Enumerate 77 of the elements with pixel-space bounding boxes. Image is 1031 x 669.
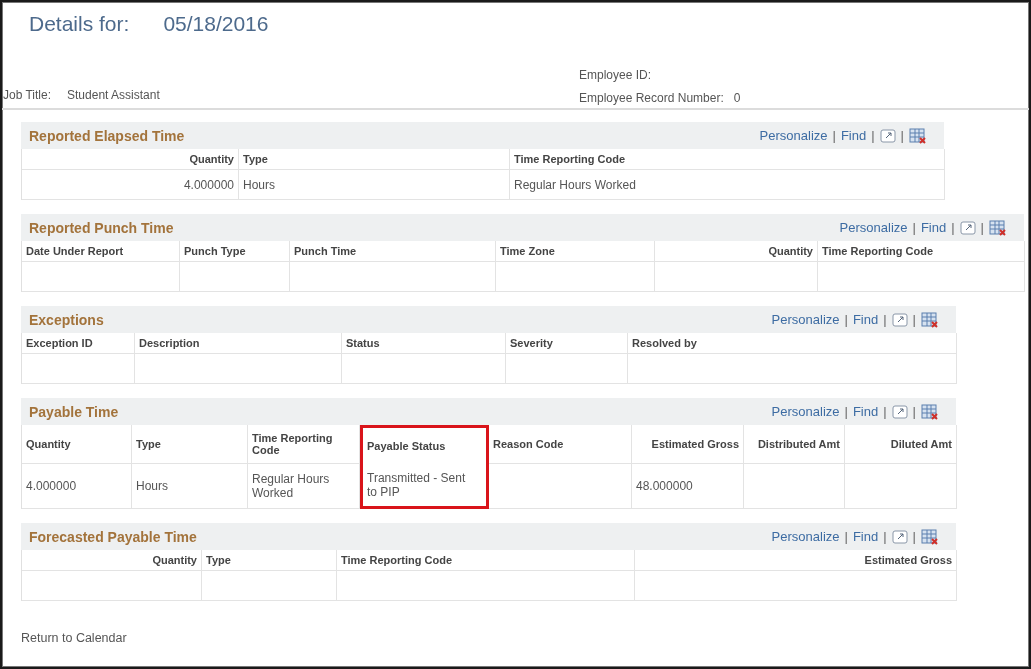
grid-title: Exceptions [29, 311, 104, 328]
column-header: Time Reporting Code [337, 550, 635, 571]
column-header: Time Zone [496, 241, 655, 262]
spreadsheet-icon[interactable] [921, 403, 938, 420]
column-header: Exception ID [22, 333, 135, 354]
spreadsheet-icon[interactable] [921, 311, 938, 328]
grid-link[interactable]: Find [852, 529, 879, 544]
separator: | [951, 220, 955, 235]
column-header: Payable Status [360, 425, 489, 464]
field-label: Employee ID: [579, 68, 652, 82]
column-header: Quantity [22, 425, 132, 464]
column-header: Time Reporting Code [510, 149, 945, 170]
separator: | [883, 312, 887, 327]
grid-link[interactable]: Find [852, 404, 879, 419]
field-label: Employee Record Number: [579, 91, 724, 105]
table-cell: Regular Hours Worked [248, 464, 360, 509]
field-value: Student Assistant [67, 88, 160, 102]
table-cell: Hours [239, 170, 510, 200]
column-header: Punch Time [290, 241, 496, 262]
grid-link[interactable]: Personalize [771, 529, 840, 544]
column-header: Quantity [22, 149, 239, 170]
table-cell: Regular Hours Worked [510, 170, 945, 200]
column-header: Severity [506, 333, 628, 354]
grid-link[interactable]: Personalize [771, 312, 840, 327]
column-header: Estimated Gross [635, 550, 957, 571]
column-header: Estimated Gross [632, 425, 744, 464]
grid-link[interactable]: Find [840, 128, 867, 143]
separator: | [871, 128, 875, 143]
column-header: Diluted Amt [845, 425, 957, 464]
column-header: Punch Type [180, 241, 290, 262]
grid-link[interactable]: Find [920, 220, 947, 235]
separator: | [912, 220, 916, 235]
page-date: 05/18/2016 [163, 12, 269, 36]
separator: | [832, 128, 836, 143]
grid-title: Forecasted Payable Time [29, 528, 197, 545]
spreadsheet-icon[interactable] [989, 219, 1006, 236]
column-header: Resolved by [628, 333, 957, 354]
column-header: Time Reporting Code [818, 241, 1025, 262]
field-value: 0 [733, 91, 741, 105]
table-cell: 4.000000 [22, 464, 132, 509]
column-header: Status [342, 333, 506, 354]
separator: | [912, 312, 916, 327]
separator: | [844, 312, 848, 327]
spreadsheet-icon[interactable] [909, 127, 926, 144]
column-header: Date Under Report [22, 241, 180, 262]
column-header: Type [132, 425, 248, 464]
separator: | [912, 529, 916, 544]
page-title: Details for: [29, 12, 130, 36]
spreadsheet-icon[interactable] [921, 528, 938, 545]
grid-title: Reported Punch Time [29, 219, 174, 236]
separator: | [883, 529, 887, 544]
grid-link[interactable]: Personalize [771, 404, 840, 419]
table-cell: 4.000000 [22, 170, 239, 200]
table-cell: Hours [132, 464, 248, 509]
column-header: Time Reporting Code [248, 425, 360, 464]
table-cell: 48.000000 [632, 464, 744, 509]
column-header: Distributed Amt [744, 425, 845, 464]
separator: | [980, 220, 984, 235]
table-cell: Transmitted - Sent to PIP [360, 464, 489, 509]
grid-title: Reported Elapsed Time [29, 127, 185, 144]
grid-link[interactable]: Personalize [839, 220, 908, 235]
separator: | [844, 529, 848, 544]
separator: | [912, 404, 916, 419]
column-header: Type [202, 550, 337, 571]
separator: | [900, 128, 904, 143]
separator: | [844, 404, 848, 419]
column-header: Quantity [655, 241, 818, 262]
column-header: Description [135, 333, 342, 354]
grid-link[interactable]: Personalize [759, 128, 828, 143]
column-header: Quantity [22, 550, 202, 571]
field-label: Job Title: [3, 88, 52, 102]
return-link[interactable]: Return to Calendar [21, 631, 1029, 645]
grid-title: Payable Time [29, 403, 119, 420]
grid-link[interactable]: Find [852, 312, 879, 327]
column-header: Reason Code [489, 425, 632, 464]
column-header: Type [239, 149, 510, 170]
separator: | [883, 404, 887, 419]
